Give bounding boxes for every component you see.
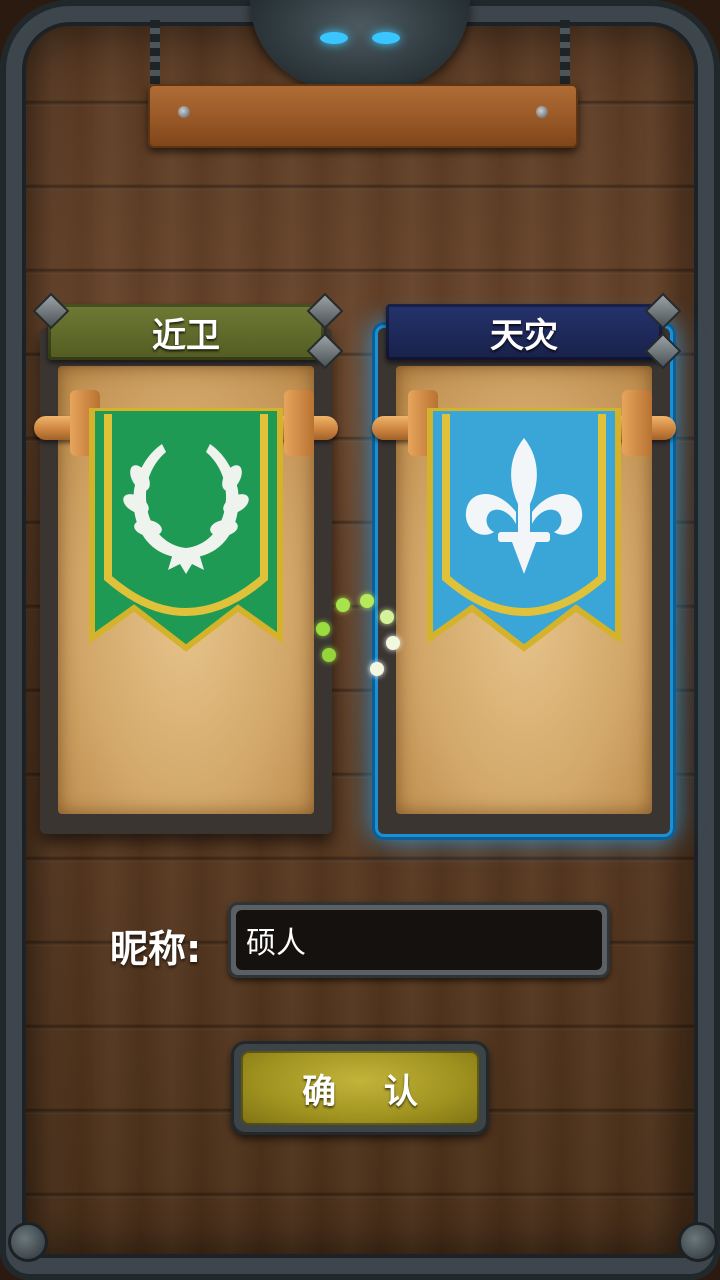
confirm-button-frame: 确 认 <box>231 1041 489 1135</box>
title-plank <box>148 84 578 148</box>
blue-banner <box>427 408 621 652</box>
nickname-label: 昵称: <box>110 927 202 971</box>
faction-header: 近卫 <box>48 304 324 360</box>
faction-name: 天灾 <box>490 315 558 356</box>
corner-bolt <box>678 1222 718 1262</box>
faction-card-radiant[interactable]: 近卫 <box>32 292 344 834</box>
left-chain <box>150 20 160 90</box>
nail-icon <box>178 106 190 118</box>
nickname-input[interactable] <box>236 910 602 970</box>
right-chain <box>560 20 570 90</box>
nickname-input-frame <box>228 902 610 978</box>
confirm-button[interactable]: 确 认 <box>241 1051 479 1125</box>
sparkle-dot <box>386 636 400 650</box>
sparkle-dot <box>336 598 350 612</box>
sparkle-dot <box>322 648 336 662</box>
mask-left-eye <box>320 32 348 44</box>
rod-cap <box>622 390 652 456</box>
sparkle-dot <box>360 594 374 608</box>
rod-cap <box>284 390 314 456</box>
mask-right-eye <box>372 32 400 44</box>
faction-header: 天灾 <box>386 304 662 360</box>
faction-name: 近卫 <box>152 315 220 356</box>
sparkle-dot <box>370 662 384 676</box>
faction-card-dire[interactable]: 天灾 <box>372 292 682 834</box>
corner-bolt <box>8 1222 48 1262</box>
green-banner <box>89 408 283 652</box>
sparkle-dot <box>380 610 394 624</box>
nail-icon <box>536 106 548 118</box>
sparkle-dot <box>316 622 330 636</box>
